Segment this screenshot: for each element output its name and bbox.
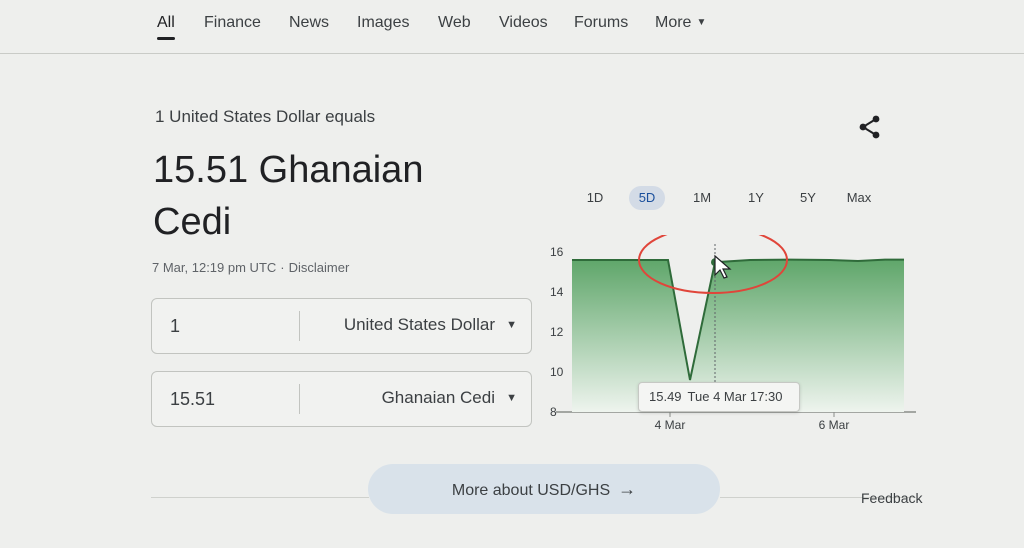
y-tick-label: 16 bbox=[550, 245, 564, 259]
range-1y[interactable]: 1Y bbox=[741, 186, 771, 210]
y-tick-label: 14 bbox=[550, 285, 564, 299]
conversion-result: 15.51 Ghanaian Cedi bbox=[153, 149, 424, 243]
y-tick-label: 10 bbox=[550, 365, 564, 379]
tab-videos[interactable]: Videos bbox=[499, 14, 548, 32]
y-tick-label: 8 bbox=[550, 405, 557, 419]
range-1m[interactable]: 1M bbox=[687, 186, 717, 210]
tooltip-value: 15.49 bbox=[649, 389, 682, 404]
search-tabs-bar: All Finance News Images Web Videos Forum… bbox=[0, 0, 1024, 54]
divider-left bbox=[151, 497, 369, 498]
caret-down-icon: ▼ bbox=[696, 17, 707, 28]
tab-web[interactable]: Web bbox=[438, 14, 471, 32]
x-tick-label: 6 Mar bbox=[819, 418, 850, 432]
active-tab-indicator bbox=[157, 37, 175, 40]
disclaimer-link[interactable]: Disclaimer bbox=[289, 260, 350, 275]
share-icon[interactable] bbox=[856, 113, 884, 141]
meta-separator: · bbox=[280, 260, 285, 275]
range-1d[interactable]: 1D bbox=[580, 186, 610, 210]
tab-forums[interactable]: Forums bbox=[574, 14, 628, 32]
more-about-label: More about USD/GHS bbox=[451, 482, 611, 499]
range-max[interactable]: Max bbox=[844, 186, 874, 210]
chart-tooltip: 15.49 Tue 4 Mar 17:30 bbox=[638, 382, 800, 412]
more-about-button[interactable]: More about USD/GHS → bbox=[368, 464, 720, 514]
feedback-link[interactable]: Feedback bbox=[861, 490, 922, 506]
rate-meta: 7 Mar, 12:19 pm UTC · Disclaimer bbox=[152, 260, 349, 275]
from-currency-select[interactable]: United States Dollar bbox=[344, 315, 495, 335]
conversion-label: 1 United States Dollar equals bbox=[155, 107, 376, 126]
tab-more-label: More bbox=[655, 14, 692, 31]
from-amount-input[interactable]: 1 bbox=[170, 316, 180, 337]
dropdown-arrow-icon[interactable]: ▼ bbox=[506, 392, 517, 404]
arrow-right-icon: → bbox=[618, 479, 637, 499]
field-divider bbox=[299, 384, 300, 414]
tab-all[interactable]: All bbox=[157, 14, 175, 32]
tab-more[interactable]: More ▼ bbox=[655, 14, 706, 32]
x-tick-label: 4 Mar bbox=[655, 418, 686, 432]
to-currency-field: 15.51 Ghanaian Cedi ▼ bbox=[151, 371, 532, 427]
dropdown-arrow-icon[interactable]: ▼ bbox=[506, 319, 517, 331]
tab-finance[interactable]: Finance bbox=[204, 14, 261, 32]
rate-timestamp: 7 Mar, 12:19 pm UTC bbox=[152, 260, 277, 275]
to-amount-input[interactable]: 15.51 bbox=[170, 389, 215, 410]
field-divider bbox=[299, 311, 300, 341]
tooltip-date: Tue 4 Mar 17:30 bbox=[687, 389, 783, 404]
to-currency-select[interactable]: Ghanaian Cedi bbox=[382, 388, 495, 408]
tab-news[interactable]: News bbox=[289, 14, 329, 32]
from-currency-field: 1 United States Dollar ▼ bbox=[151, 298, 532, 354]
range-5d[interactable]: 5D bbox=[629, 186, 665, 210]
tab-images[interactable]: Images bbox=[357, 14, 409, 32]
y-tick-label: 12 bbox=[550, 325, 564, 339]
range-5y[interactable]: 5Y bbox=[793, 186, 823, 210]
